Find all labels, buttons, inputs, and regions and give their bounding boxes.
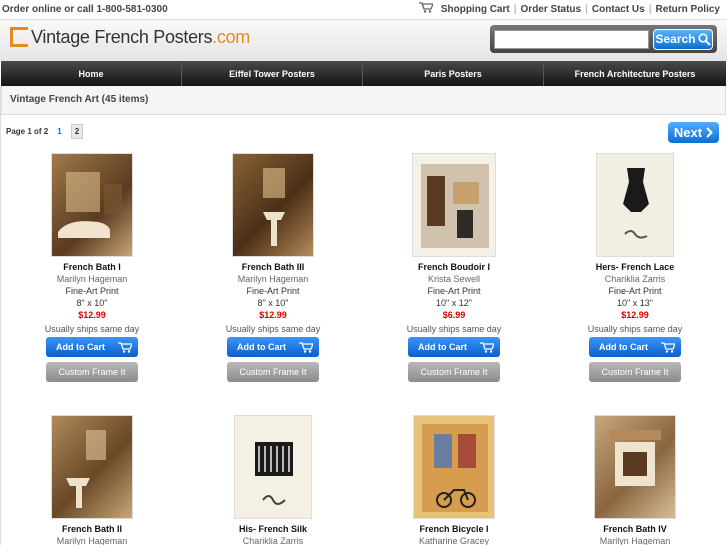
- product-artist: Marilyn Hageman: [56, 536, 128, 545]
- search-icon: [697, 32, 711, 46]
- shopping-cart-icon: [299, 341, 313, 353]
- category-header: Vintage French Art (45 items): [1, 86, 726, 115]
- nav-french-architecture-posters[interactable]: French Architecture Posters: [544, 61, 726, 86]
- product-price: $12.99: [259, 310, 287, 320]
- product-card: French Bath III Marilyn Hageman Fine-Art…: [183, 153, 363, 382]
- product-artist: Marilyn Hageman: [237, 274, 309, 284]
- product-image[interactable]: [594, 415, 676, 519]
- product-title[interactable]: French Boudoir I: [364, 261, 544, 273]
- divider: [0, 86, 1, 545]
- product-artist: Marilyn Hageman: [56, 274, 128, 284]
- add-to-cart-button[interactable]: Add to Cart: [589, 337, 681, 357]
- product-size: 10" x 13": [617, 298, 653, 308]
- product-image[interactable]: [412, 153, 496, 257]
- shipping-note: Usually ships same day: [587, 324, 683, 334]
- shipping-note: Usually ships same day: [44, 324, 140, 334]
- product-artist: Katharine Gracey: [418, 536, 490, 545]
- product-card: French Boudoir I Krista Sewell Fine-Art …: [364, 153, 544, 382]
- order-phone-text: Order online or call 1-800-581-0300: [2, 3, 168, 15]
- search-button[interactable]: Search: [653, 28, 713, 50]
- page-link-2[interactable]: 2: [70, 124, 84, 139]
- page-indicator: Page 1 of 2: [6, 127, 49, 136]
- add-to-cart-button[interactable]: Add to Cart: [227, 337, 319, 357]
- top-bar: Order online or call 1-800-581-0300 Shop…: [0, 0, 727, 18]
- chevron-right-icon: [706, 127, 714, 138]
- product-title[interactable]: French Bath IV: [545, 523, 725, 535]
- product-title[interactable]: French Bicycle I: [364, 523, 544, 535]
- product-artist: Chariklia Zarris: [242, 536, 304, 545]
- custom-frame-button[interactable]: Custom Frame It: [227, 362, 319, 382]
- product-title[interactable]: His- French Silk: [183, 523, 363, 535]
- product-artist: Marilyn Hageman: [599, 536, 671, 545]
- top-links: Shopping Cart | Order Status | Contact U…: [418, 2, 727, 16]
- product-card: French Bath I Marilyn Hageman Fine-Art P…: [2, 153, 182, 382]
- product-format: Fine-Art Print: [427, 286, 481, 296]
- product-image[interactable]: [234, 415, 312, 519]
- shipping-note: Usually ships same day: [406, 324, 502, 334]
- product-card: French Bath II Marilyn Hageman: [2, 415, 182, 545]
- product-format: Fine-Art Print: [608, 286, 662, 296]
- add-to-cart-button[interactable]: Add to Cart: [46, 337, 138, 357]
- shopping-cart-icon[interactable]: [418, 2, 434, 16]
- shopping-cart-icon: [480, 341, 494, 353]
- product-card: French Bicycle I Katharine Gracey: [364, 415, 544, 545]
- product-price: $12.99: [621, 310, 649, 320]
- custom-frame-button[interactable]: Custom Frame It: [589, 362, 681, 382]
- product-image[interactable]: [413, 415, 495, 519]
- product-title[interactable]: Hers- French Lace: [545, 261, 725, 273]
- product-image[interactable]: [596, 153, 674, 257]
- pagination: Page 1 of 2 1 2: [6, 124, 84, 139]
- shopping-cart-link[interactable]: Shopping Cart: [437, 4, 514, 15]
- nav-paris-posters[interactable]: Paris Posters: [363, 61, 544, 86]
- product-card: French Bath IV Marilyn Hageman: [545, 415, 725, 545]
- product-format: Fine-Art Print: [246, 286, 300, 296]
- logo-mark-icon: [10, 27, 28, 47]
- next-page-button[interactable]: Next: [668, 122, 719, 143]
- product-price: $12.99: [78, 310, 106, 320]
- shopping-cart-icon: [661, 341, 675, 353]
- product-card: His- French Silk Chariklia Zarris: [183, 415, 363, 545]
- product-title[interactable]: French Bath I: [2, 261, 182, 273]
- custom-frame-button[interactable]: Custom Frame It: [46, 362, 138, 382]
- site-header: Vintage French Posters.com Search: [0, 19, 727, 61]
- product-card: Hers- French Lace Chariklia Zarris Fine-…: [545, 153, 725, 382]
- custom-frame-button[interactable]: Custom Frame It: [408, 362, 500, 382]
- product-title[interactable]: French Bath II: [2, 523, 182, 535]
- product-artist: Krista Sewell: [427, 274, 481, 284]
- site-logo[interactable]: Vintage French Posters.com: [10, 27, 250, 47]
- next-button-label: Next: [673, 125, 703, 140]
- product-image[interactable]: [51, 415, 133, 519]
- product-size: 8" x 10": [257, 298, 289, 308]
- category-title: Vintage French Art (45 items): [10, 94, 149, 105]
- product-title[interactable]: French Bath III: [183, 261, 363, 273]
- product-artist: Chariklia Zarris: [604, 274, 666, 284]
- product-image[interactable]: [51, 153, 133, 257]
- logo-text: Vintage French Posters: [31, 27, 213, 47]
- logo-suffix: .com: [212, 27, 250, 47]
- search-button-label: Search: [655, 32, 696, 46]
- product-image[interactable]: [232, 153, 314, 257]
- nav-eiffel-tower-posters[interactable]: Eiffel Tower Posters: [182, 61, 363, 86]
- contact-us-link[interactable]: Contact Us: [588, 4, 649, 15]
- search-box: Search: [490, 25, 717, 53]
- product-size: 10" x 12": [436, 298, 472, 308]
- product-price: $6.99: [442, 310, 466, 320]
- main-nav: Home Eiffel Tower Posters Paris Posters …: [1, 61, 726, 86]
- page-link-1[interactable]: 1: [54, 125, 64, 138]
- shipping-note: Usually ships same day: [225, 324, 321, 334]
- nav-home[interactable]: Home: [1, 61, 182, 86]
- product-size: 8" x 10": [76, 298, 108, 308]
- product-format: Fine-Art Print: [65, 286, 119, 296]
- order-status-link[interactable]: Order Status: [517, 4, 586, 15]
- add-to-cart-button[interactable]: Add to Cart: [408, 337, 500, 357]
- search-input[interactable]: [494, 29, 649, 49]
- shopping-cart-icon: [118, 341, 132, 353]
- return-policy-link[interactable]: Return Policy: [652, 4, 724, 15]
